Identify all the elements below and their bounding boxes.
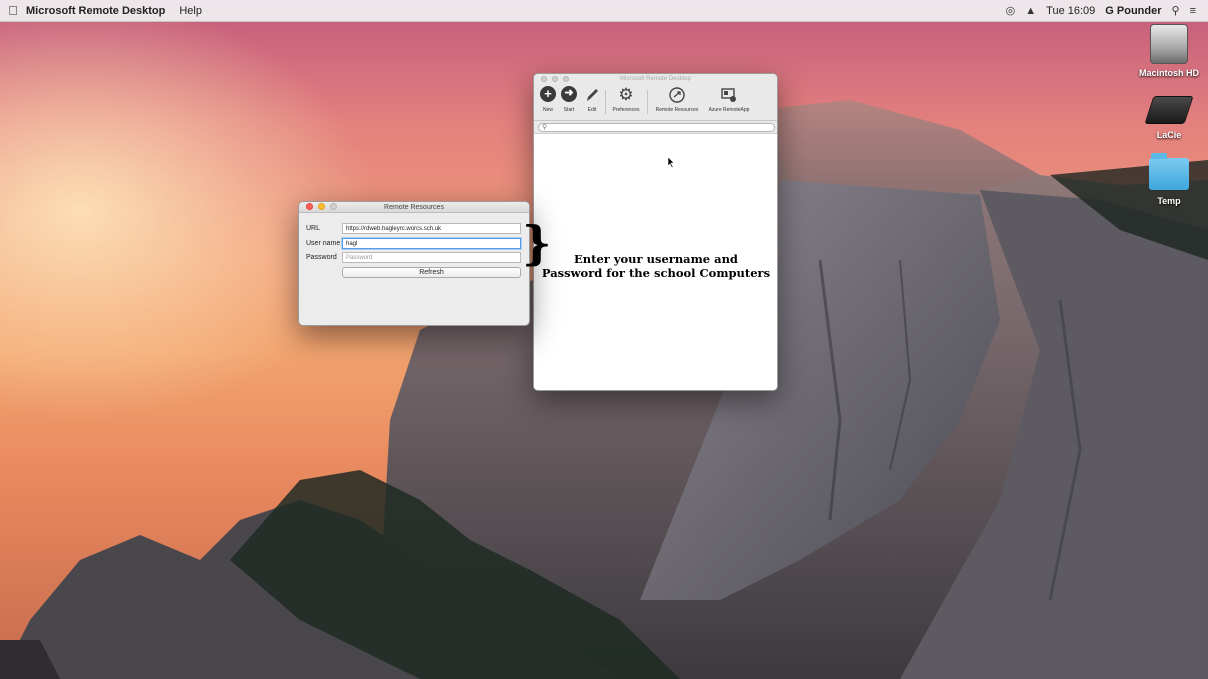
url-field[interactable]: https://rdweb.hagleyrc.worcs.sch.uk bbox=[342, 223, 521, 234]
close-button[interactable] bbox=[541, 76, 547, 82]
zoom-button[interactable] bbox=[330, 203, 337, 210]
annotation-line-2: Password for the school Computers bbox=[541, 266, 771, 280]
desktop-icon-label: Temp bbox=[1157, 196, 1181, 206]
desktop-icon-macintosh-hd[interactable]: Macintosh HD bbox=[1134, 24, 1204, 78]
url-row: URL https://rdweb.hagleyrc.worcs.sch.uk bbox=[299, 223, 529, 235]
hard-drive-icon bbox=[1150, 24, 1188, 64]
username-field[interactable]: hagl bbox=[342, 238, 521, 249]
external-drive-icon bbox=[1144, 96, 1194, 124]
arrow-circle-icon: ➜ bbox=[559, 86, 579, 104]
remote-resources-window: Remote Resources URL https://rdweb.hagle… bbox=[298, 201, 530, 326]
azure-remoteapp-icon bbox=[706, 86, 752, 104]
toolbar-label: New bbox=[542, 107, 553, 113]
minimize-button[interactable] bbox=[318, 203, 325, 210]
url-label: URL bbox=[306, 225, 321, 232]
password-label: Password bbox=[306, 254, 337, 261]
mrd-toolbar: + New ➜ Start Edit ⚙ Preferences Remote … bbox=[534, 84, 777, 121]
toolbar-label: Preferences bbox=[612, 107, 640, 113]
spotlight-icon[interactable]: ⚲ bbox=[1172, 4, 1180, 17]
mrd-titlebar[interactable]: Microsoft Remote Desktop bbox=[534, 74, 777, 84]
remote-resources-icon bbox=[651, 86, 703, 104]
toolbar-start-button[interactable]: ➜ Start bbox=[559, 86, 579, 113]
toolbar-edit-button[interactable]: Edit bbox=[582, 86, 602, 113]
annotation-text: Enter your username and Password for the… bbox=[538, 252, 774, 280]
toolbar-label: Start bbox=[563, 107, 575, 113]
password-row: Password Password bbox=[299, 252, 529, 264]
mrd-window: Microsoft Remote Desktop + New ➜ Start E… bbox=[533, 73, 778, 391]
folder-icon bbox=[1149, 153, 1189, 190]
toolbar-label: Edit bbox=[587, 107, 597, 113]
username-row: User name hagl bbox=[299, 238, 529, 250]
toolbar-label: Azure RemoteApp bbox=[708, 107, 750, 113]
search-input[interactable]: ⚲ bbox=[538, 123, 775, 132]
menu-clock[interactable]: Tue 16:09 bbox=[1046, 5, 1095, 17]
toolbar-label: Remote Resources bbox=[655, 107, 699, 113]
menu-app-name[interactable]: Microsoft Remote Desktop bbox=[26, 5, 165, 17]
menu-user[interactable]: G Pounder bbox=[1105, 5, 1161, 17]
zoom-button[interactable] bbox=[563, 76, 569, 82]
wifi-icon[interactable]: ◎ bbox=[1006, 4, 1016, 17]
menu-help[interactable]: Help bbox=[179, 5, 202, 17]
toolbar-separator bbox=[647, 90, 648, 114]
toolbar-remote-resources-button[interactable]: Remote Resources bbox=[651, 86, 703, 113]
search-icon: ⚲ bbox=[542, 124, 548, 131]
toolbar-new-button[interactable]: + New bbox=[539, 86, 557, 113]
mouse-cursor-icon bbox=[668, 157, 675, 168]
menu-status-area: ◎ ▲ Tue 16:09 G Pounder ⚲ ≡ bbox=[1006, 4, 1208, 18]
desktop-icon-lacie[interactable]: LaCie bbox=[1134, 96, 1204, 140]
notification-center-icon[interactable]: ≡ bbox=[1190, 5, 1196, 17]
desktop-icon-label: LaCie bbox=[1156, 130, 1182, 140]
refresh-button[interactable]: Refresh bbox=[342, 267, 521, 278]
window-title: Microsoft Remote Desktop bbox=[620, 76, 691, 82]
desktop-icon-temp[interactable]: Temp bbox=[1134, 153, 1204, 206]
rr-titlebar[interactable]: Remote Resources bbox=[299, 202, 529, 213]
close-button[interactable] bbox=[306, 203, 313, 210]
desktop-icon-label: Macintosh HD bbox=[1138, 68, 1199, 78]
toolbar-azure-remoteapp-button[interactable]: Azure RemoteApp bbox=[706, 86, 752, 113]
pencil-icon bbox=[582, 86, 602, 104]
window-controls bbox=[534, 76, 569, 82]
apple-icon[interactable]:  bbox=[0, 3, 26, 18]
gear-icon: ⚙ bbox=[618, 85, 634, 104]
volume-icon[interactable]: ▲ bbox=[1025, 5, 1036, 17]
username-label: User name bbox=[306, 240, 341, 247]
toolbar-separator bbox=[605, 90, 606, 114]
password-field[interactable]: Password bbox=[342, 252, 521, 263]
minimize-button[interactable] bbox=[552, 76, 558, 82]
plus-circle-icon: + bbox=[539, 86, 557, 104]
toolbar-preferences-button[interactable]: ⚙ Preferences bbox=[608, 85, 644, 114]
annotation-line-1: Enter your username and bbox=[574, 252, 738, 266]
search-area: ⚲ bbox=[534, 121, 777, 134]
menu-bar:  Microsoft Remote Desktop Help ◎ ▲ Tue … bbox=[0, 0, 1208, 22]
window-controls bbox=[299, 203, 337, 210]
